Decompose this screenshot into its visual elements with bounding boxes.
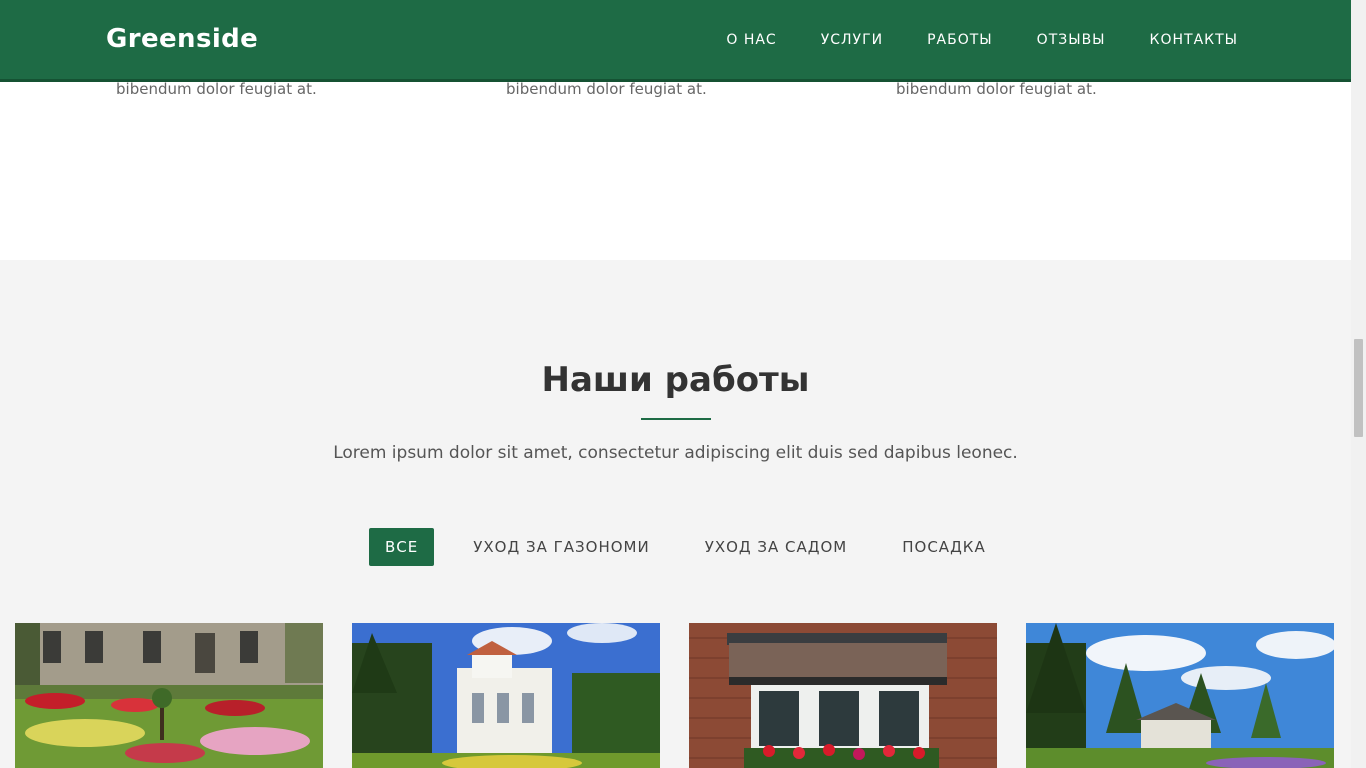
top-navbar: Greenside О НАС УСЛУГИ РАБОТЫ ОТЗЫВЫ КОН… bbox=[0, 0, 1351, 82]
services-section-tail: bibendum dolor feugiat at. bibendum dolo… bbox=[0, 80, 1351, 260]
white-villa-photo bbox=[352, 623, 660, 768]
main-nav: О НАС УСЛУГИ РАБОТЫ ОТЗЫВЫ КОНТАКТЫ bbox=[682, 32, 1238, 48]
portfolio-item-white-villa[interactable] bbox=[352, 623, 660, 768]
portfolio-item-house-trees[interactable] bbox=[1026, 623, 1334, 768]
filter-all[interactable]: ВСЕ bbox=[369, 528, 435, 566]
nav-item-reviews[interactable]: ОТЗЫВЫ bbox=[1037, 32, 1106, 48]
portfolio-gallery bbox=[15, 623, 1363, 768]
title-underline bbox=[641, 418, 711, 420]
scrollbar-thumb[interactable] bbox=[1354, 339, 1363, 437]
flower-window-photo bbox=[689, 623, 997, 768]
service-text-3: bibendum dolor feugiat at. bbox=[896, 80, 1097, 98]
portfolio-filters: ВСЕ УХОД ЗА ГАЗОНОМИ УХОД ЗА САДОМ ПОСАД… bbox=[369, 528, 1025, 566]
nav-item-contacts[interactable]: КОНТАКТЫ bbox=[1150, 32, 1238, 48]
portfolio-item-manor-garden[interactable] bbox=[15, 623, 323, 768]
filter-planting[interactable]: ПОСАДКА bbox=[886, 528, 1001, 566]
page-scrollbar[interactable] bbox=[1351, 0, 1366, 768]
brand-logo[interactable]: Greenside bbox=[106, 24, 258, 54]
filter-garden-care[interactable]: УХОД ЗА САДОМ bbox=[689, 528, 864, 566]
nav-item-works[interactable]: РАБОТЫ bbox=[927, 32, 993, 48]
house-trees-photo bbox=[1026, 623, 1334, 768]
nav-item-about[interactable]: О НАС bbox=[726, 32, 776, 48]
manor-garden-photo bbox=[15, 623, 323, 768]
section-title: Наши работы bbox=[541, 360, 810, 400]
portfolio-item-flower-window[interactable] bbox=[689, 623, 997, 768]
filter-lawn-care[interactable]: УХОД ЗА ГАЗОНОМИ bbox=[457, 528, 665, 566]
portfolio-section: Наши работы Lorem ipsum dolor sit amet, … bbox=[0, 260, 1351, 768]
service-text-1: bibendum dolor feugiat at. bbox=[116, 80, 317, 98]
nav-item-services[interactable]: УСЛУГИ bbox=[821, 32, 883, 48]
service-text-2: bibendum dolor feugiat at. bbox=[506, 80, 707, 98]
section-description: Lorem ipsum dolor sit amet, consectetur … bbox=[333, 443, 1018, 463]
